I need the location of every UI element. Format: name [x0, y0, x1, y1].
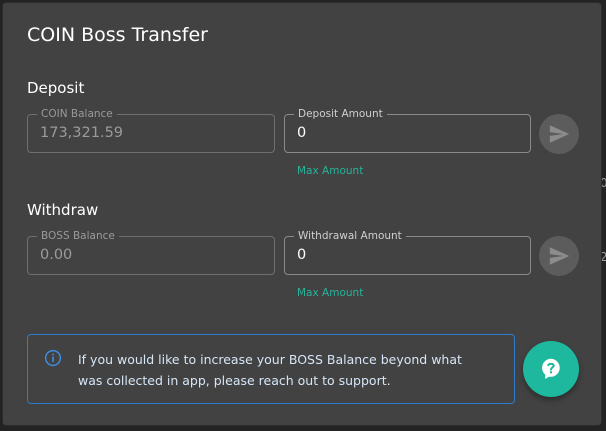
deposit-section-title: Deposit	[27, 79, 85, 97]
deposit-amount-label: Deposit Amount	[294, 107, 387, 121]
send-icon	[549, 125, 569, 143]
withdraw-section-title: Withdraw	[27, 201, 99, 219]
boss-balance-input	[40, 246, 262, 264]
info-icon	[44, 349, 62, 367]
deposit-amount-field[interactable]: Deposit Amount	[284, 107, 531, 153]
coin-balance-field: COIN Balance	[27, 107, 275, 153]
boss-balance-label: BOSS Balance	[37, 229, 119, 243]
withdraw-max-amount-link[interactable]: Max Amount	[297, 287, 363, 299]
withdrawal-amount-input[interactable]	[297, 246, 518, 264]
help-chat-icon	[542, 358, 560, 379]
withdrawal-amount-field[interactable]: Withdrawal Amount	[284, 229, 531, 275]
withdraw-submit-button[interactable]	[539, 236, 579, 276]
deposit-submit-button[interactable]	[539, 114, 579, 154]
send-icon	[549, 247, 569, 265]
transfer-dialog: COIN Boss Transfer Deposit COIN Balance …	[3, 3, 601, 425]
dialog-title: COIN Boss Transfer	[27, 24, 208, 46]
support-info-alert: If you would like to increase your BOSS …	[27, 334, 515, 404]
deposit-amount-input[interactable]	[297, 124, 518, 142]
withdrawal-amount-label: Withdrawal Amount	[294, 229, 406, 243]
boss-balance-field: BOSS Balance	[27, 229, 275, 275]
coin-balance-label: COIN Balance	[37, 107, 117, 121]
support-info-message: If you would like to increase your BOSS …	[78, 352, 462, 388]
help-chat-button[interactable]	[523, 341, 579, 397]
coin-balance-input	[40, 124, 262, 142]
deposit-max-amount-link[interactable]: Max Amount	[297, 165, 363, 177]
